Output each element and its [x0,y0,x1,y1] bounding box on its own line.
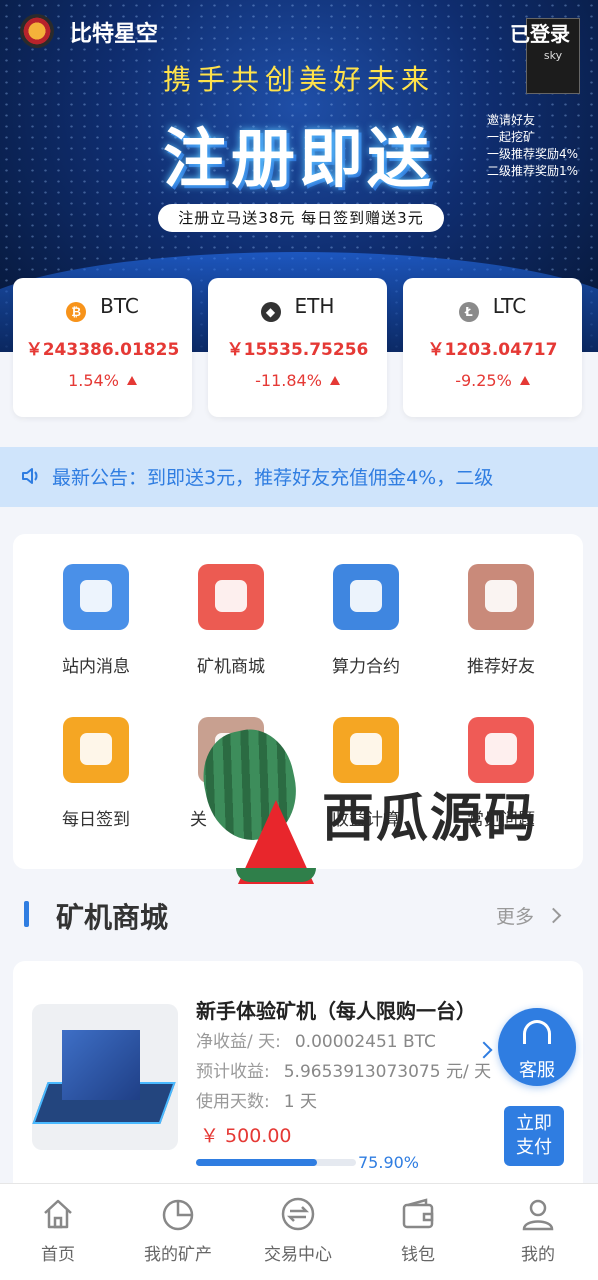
sales-progress-text: 75.90% [358,1153,420,1172]
eth-coin-icon: ◆ [260,302,281,322]
app-logo [20,14,54,48]
btc-coin-icon: ₿ [66,302,87,322]
contract-icon [333,564,399,630]
pie-chart-icon [162,1199,194,1231]
chat-icon [63,564,129,630]
menu-item-label: 站内消息 [62,657,130,677]
price-card-eth[interactable]: ◆ ETH ￥15535.75256 -11.84% [208,278,387,417]
chevron-right-icon [545,907,562,924]
menu-item-hashrate-contract[interactable]: 算力合约 [301,564,431,684]
customer-service-button[interactable]: 客服 [498,1008,576,1086]
nav-label: 我的 [521,1245,555,1265]
exchange-icon [281,1197,315,1231]
menu-item-miner-mall[interactable]: 矿机商城 [166,564,296,684]
speaker-icon [22,468,38,484]
app-name: 比特星空 [70,22,159,47]
announcement-bar[interactable]: 最新公告：到即送3元，推荐好友充值佣金4%，二级 [0,447,598,507]
home-icon [44,1199,72,1229]
heart-icon [468,717,534,783]
sales-progress-fill [196,1159,317,1166]
watermark-text: 西瓜源码 [322,789,539,849]
calculator-icon [333,717,399,783]
menu-item-label: 矿机商城 [197,657,265,677]
coin-change: -9.25% [455,371,512,390]
menu-item-label: 算力合约 [332,657,400,677]
nav-item-wallet[interactable]: 钱包 [358,1184,478,1280]
coin-symbol: BTC [100,294,139,318]
nav-label: 我的矿产 [144,1245,212,1265]
nav-item-profile[interactable]: 我的 [478,1184,598,1280]
promo-pill: 注册立马送38元 每日签到赠送3元 [158,204,444,232]
arrow-up-icon [519,376,530,385]
invite-line: 邀请好友 [487,113,536,127]
coin-price: ￥15535.75256 [226,340,369,360]
checkin-icon [63,717,129,783]
shop-icon [198,564,264,630]
price-card-btc[interactable]: ₿ BTC ￥243386.01825 1.54% [13,278,192,417]
invite-info: 邀请好友 一起挖矿 一级推荐奖励4% 二级推荐奖励1% [487,112,578,180]
product-name: 新手体验矿机（每人限购一台） [196,999,476,1023]
expected-earnings: 预计收益: 5.9653913073075 元/ 天 [196,1062,492,1082]
nav-label: 交易中心 [264,1245,332,1265]
menu-item-referral[interactable]: 推荐好友 [436,564,566,684]
wallet-icon [402,1198,434,1229]
invite-line: 一起挖矿 [487,130,536,144]
bottom-nav: 首页 我的矿产 交易中心 钱包 我的 [0,1183,598,1280]
envelope-icon [468,564,534,630]
headset-icon [523,1020,551,1044]
nav-item-trading[interactable]: 交易中心 [238,1184,358,1280]
announcement-text: 最新公告：到即送3元，推荐好友充值佣金4%，二级 [52,467,494,489]
usage-days: 使用天数: 1 天 [196,1092,317,1112]
invite-line: 二级推荐奖励1% [487,164,579,178]
menu-item-messages[interactable]: 站内消息 [31,564,161,684]
ltc-coin-icon: Ł [458,302,479,322]
watermelon-rind [236,868,316,882]
nav-item-my-assets[interactable]: 我的矿产 [118,1184,238,1280]
arrow-up-icon [126,376,137,385]
more-link[interactable]: 更多 [496,902,562,929]
more-label: 更多 [496,906,535,928]
nav-label: 首页 [41,1245,75,1265]
coin-price: ￥1203.04717 [427,340,558,360]
coin-symbol: ETH [294,294,335,318]
menu-item-label: 每日签到 [62,810,130,830]
user-icon [522,1199,554,1231]
arrow-up-icon [329,376,340,385]
section-title: 矿机商城 [56,901,169,934]
nav-label: 钱包 [401,1245,435,1265]
price-card-ltc[interactable]: Ł LTC ￥1203.04717 -9.25% [403,278,582,417]
nav-item-home[interactable]: 首页 [0,1184,118,1280]
miner-image [32,1004,178,1150]
pay-now-button[interactable]: 立即 支付 [504,1106,564,1166]
customer-service-label: 客服 [519,1060,555,1081]
product-price: ￥ 500.00 [200,1125,292,1147]
menu-item-label: 推荐好友 [467,657,535,677]
login-status[interactable]: 已登录 [510,18,570,47]
section-accent-bar [24,901,29,927]
coin-change: 1.54% [68,371,119,390]
invite-line: 一级推荐奖励4% [487,147,579,161]
daily-earnings: 净收益/ 天: 0.00002451 BTC [196,1032,436,1052]
menu-item-checkin[interactable]: 每日签到 [31,717,161,837]
banner-slogan: 携手共创美好未来 [162,63,435,96]
coin-price: ￥243386.01825 [25,340,180,360]
coin-change: -11.84% [255,371,322,390]
coin-symbol: LTC [492,294,527,318]
